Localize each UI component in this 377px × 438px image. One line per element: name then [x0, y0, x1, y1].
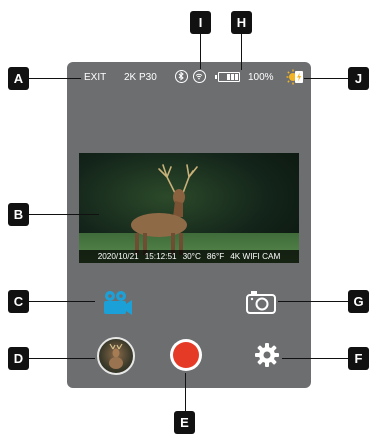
callout-e: E — [174, 411, 195, 434]
callout-g-leader — [278, 301, 348, 302]
preview-date: 2020/10/21 — [97, 252, 139, 261]
solar-charging-icon — [286, 68, 304, 86]
battery-bar — [227, 74, 230, 80]
live-preview-image — [79, 153, 299, 263]
callout-c-leader — [29, 301, 95, 302]
callout-d: D — [8, 347, 29, 370]
callout-i-leader — [200, 34, 201, 69]
battery-icon — [215, 72, 240, 82]
battery-bar — [231, 74, 234, 80]
callout-f-leader — [282, 358, 348, 359]
callout-d-leader — [29, 358, 95, 359]
preview-camera-name: 4K WIFI CAM — [230, 252, 281, 261]
callout-f: F — [348, 347, 369, 370]
preview-info-strip: 2020/10/21 15:12:51 30°C 86°F 4K WIFI CAM — [79, 250, 299, 263]
gallery-deer — [109, 343, 123, 369]
record-button[interactable] — [170, 339, 202, 371]
deer-figure — [131, 164, 198, 255]
callout-b: B — [8, 203, 29, 226]
callout-g: G — [348, 290, 369, 313]
callout-h: H — [231, 11, 252, 34]
bluetooth-icon — [175, 70, 188, 83]
preview-time: 15:12:51 — [144, 252, 177, 261]
callout-a: A — [8, 67, 29, 90]
callout-c: C — [8, 290, 29, 313]
exit-button[interactable]: EXIT — [84, 72, 106, 84]
preview-temp-f: 86°F — [206, 252, 225, 261]
photo-camera-icon[interactable] — [246, 290, 276, 314]
record-icon — [173, 342, 199, 368]
wifi-icon — [193, 70, 206, 83]
battery-percentage: 100% — [248, 72, 274, 83]
video-camera-icon[interactable] — [98, 288, 134, 316]
callout-e-leader — [185, 373, 186, 411]
callout-a-leader — [29, 78, 81, 79]
callout-h-leader — [241, 34, 242, 70]
callout-j-leader — [304, 78, 348, 79]
resolution-indicator: 2K P30 — [124, 72, 157, 83]
gear-icon[interactable] — [254, 342, 280, 368]
callout-j: J — [348, 67, 369, 90]
callout-b-leader — [29, 214, 99, 215]
gallery-thumbnail[interactable] — [97, 337, 135, 375]
battery-bar — [235, 74, 238, 80]
preview-temp-c: 30°C — [182, 252, 201, 261]
callout-i: I — [190, 11, 211, 34]
